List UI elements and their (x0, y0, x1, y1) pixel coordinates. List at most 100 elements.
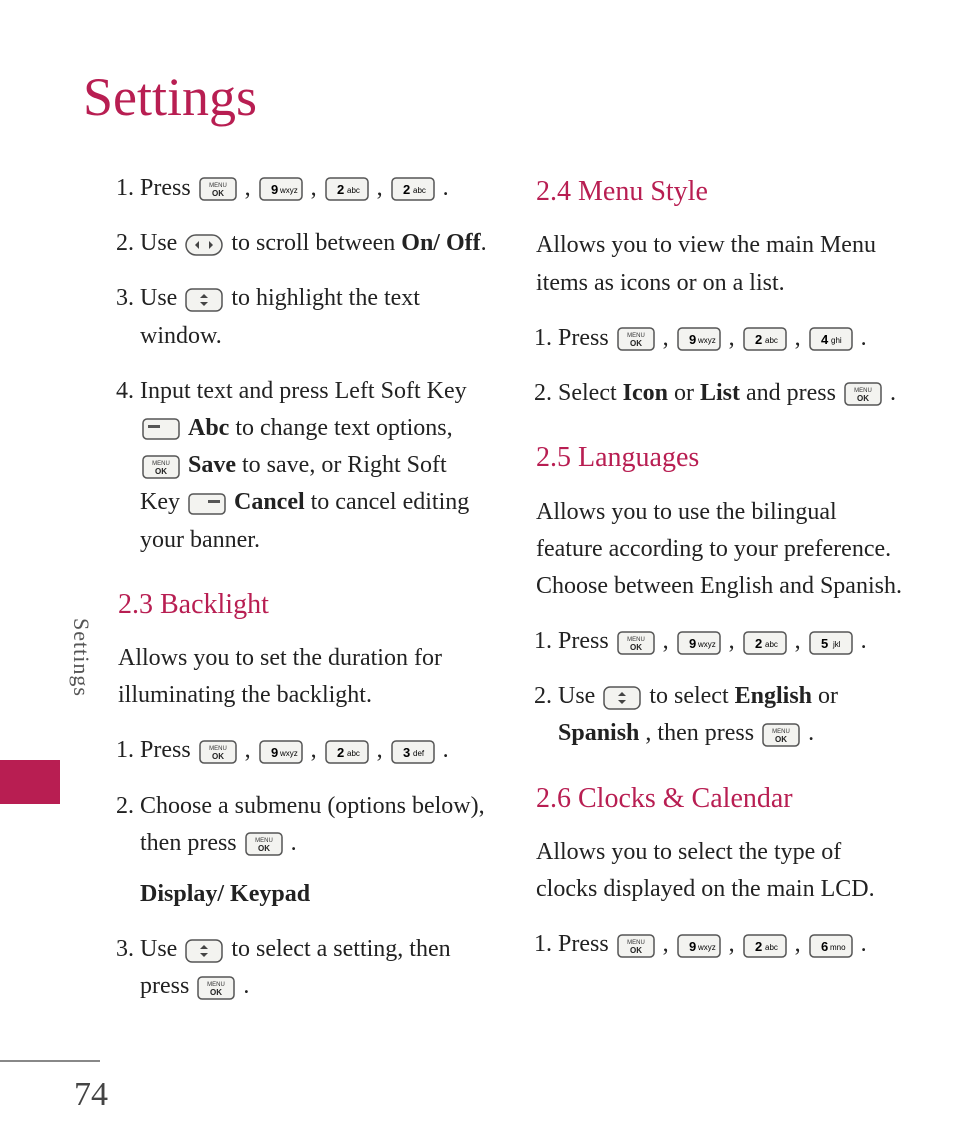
menu-style-steps: Press , 9wxyz , 2abc , 4ghi . Select Ico… (536, 320, 906, 412)
svg-text:abc: abc (765, 943, 778, 952)
text: , (663, 325, 675, 351)
text: or (818, 683, 838, 709)
text: . (861, 325, 867, 351)
text: , (377, 737, 389, 763)
svg-text:9: 9 (689, 332, 696, 347)
text: to change text options, (235, 415, 452, 441)
text: Use (558, 683, 601, 709)
menu-ok-key-icon (617, 631, 655, 655)
text: . (861, 628, 867, 654)
clocks-steps: Press , 9wxyz , 2abc , 6mno . (536, 926, 906, 963)
intro-text: Allows you to set the duration for illum… (118, 640, 488, 714)
text-bold: Icon (623, 380, 668, 406)
key-2-icon: 2abc (743, 327, 787, 351)
text: . (808, 720, 814, 746)
text-bold: Spanish (558, 720, 639, 746)
submenu-label: Display/ Keypad (140, 876, 488, 913)
text: Press (140, 175, 197, 201)
text: Use (140, 936, 183, 962)
key-9-icon: 9wxyz (677, 631, 721, 655)
text: to select (649, 683, 734, 709)
key-2-icon: 2abc (391, 177, 435, 201)
text: Use (140, 285, 183, 311)
text-bold: On/ Off (401, 230, 480, 256)
text: , (795, 931, 807, 957)
svg-text:6: 6 (821, 939, 828, 954)
svg-text:wxyz: wxyz (697, 943, 716, 952)
menu-ok-key-icon (844, 382, 882, 406)
svg-text:wxyz: wxyz (279, 749, 298, 758)
text: Press (558, 325, 615, 351)
svg-text:wxyz: wxyz (697, 336, 716, 345)
text-bold: Display/ Keypad (140, 881, 310, 907)
manual-page: Settings Settings 74 Press , 9wxyz , 2ab… (0, 0, 954, 1145)
text: Press (558, 628, 615, 654)
step: Use to select English or Spanish , then … (558, 678, 906, 752)
svg-text:wxyz: wxyz (279, 186, 298, 195)
step: Select Icon or List and press . (558, 375, 906, 412)
svg-text:2: 2 (337, 182, 344, 197)
svg-text:9: 9 (271, 182, 278, 197)
key-2-icon: 2abc (743, 631, 787, 655)
menu-ok-key-icon (245, 832, 283, 856)
left-soft-key-icon (142, 418, 180, 440)
svg-text:def: def (413, 749, 425, 758)
svg-text:wxyz: wxyz (697, 640, 716, 649)
menu-ok-key-icon (762, 723, 800, 747)
text: , (311, 175, 323, 201)
text: , (377, 175, 389, 201)
text: . (443, 175, 449, 201)
svg-text:3: 3 (403, 745, 410, 760)
column-left: Press , 9wxyz , 2abc , 2abc . Use to scr… (118, 170, 488, 1024)
key-2-icon: 2abc (743, 934, 787, 958)
svg-text:mno: mno (830, 943, 846, 952)
text: Input text and press Left Soft Key (140, 378, 467, 404)
text: , (245, 737, 257, 763)
text: , (795, 325, 807, 351)
footer-rule (0, 1060, 100, 1062)
key-2-icon: 2abc (325, 740, 369, 764)
text-bold: Cancel (234, 489, 305, 515)
text: , (311, 737, 323, 763)
svg-text:abc: abc (765, 640, 778, 649)
nav-up-down-icon (603, 686, 641, 710)
svg-text:9: 9 (689, 939, 696, 954)
text: , (729, 628, 741, 654)
text: , (663, 628, 675, 654)
content-columns: Press , 9wxyz , 2abc , 2abc . Use to scr… (118, 170, 908, 1024)
step: Use to select a setting, then press . (140, 931, 488, 1005)
svg-text:abc: abc (347, 186, 360, 195)
key-9-icon: 9wxyz (259, 740, 303, 764)
text: , (729, 325, 741, 351)
text-bold: Abc (188, 415, 229, 441)
svg-text:2: 2 (755, 636, 762, 651)
svg-text:9: 9 (271, 745, 278, 760)
sidebar-section-label: Settings (68, 618, 94, 697)
sidebar-tab-marker (0, 760, 60, 804)
page-title: Settings (83, 66, 257, 128)
text: , (729, 931, 741, 957)
backlight-steps: Press , 9wxyz , 2abc , 3def . Choose a s… (118, 732, 488, 1005)
svg-text:2: 2 (403, 182, 410, 197)
svg-text:abc: abc (765, 336, 778, 345)
heading-menu-style: 2.4 Menu Style (536, 170, 906, 213)
key-9-icon: 9wxyz (677, 934, 721, 958)
text: . (243, 973, 249, 999)
text: . (890, 380, 896, 406)
text-bold: English (735, 683, 812, 709)
intro-text: Allows you to select the type of clocks … (536, 834, 906, 908)
svg-text:5: 5 (821, 636, 828, 651)
step: Press , 9wxyz , 2abc , 3def . (140, 732, 488, 769)
key-9-icon: 9wxyz (259, 177, 303, 201)
key-3-icon: 3def (391, 740, 435, 764)
text: Choose a submenu (options below), then p… (140, 793, 485, 856)
menu-ok-key-icon (197, 976, 235, 1000)
menu-ok-key-icon (617, 934, 655, 958)
svg-text:4: 4 (821, 332, 829, 347)
text: . (481, 230, 487, 256)
svg-text:2: 2 (337, 745, 344, 760)
step: Input text and press Left Soft Key Abc t… (140, 373, 488, 559)
step: Press , 9wxyz , 2abc , 4ghi . (558, 320, 906, 357)
step: Press , 9wxyz , 2abc , 5jkl . (558, 623, 906, 660)
key-9-icon: 9wxyz (677, 327, 721, 351)
